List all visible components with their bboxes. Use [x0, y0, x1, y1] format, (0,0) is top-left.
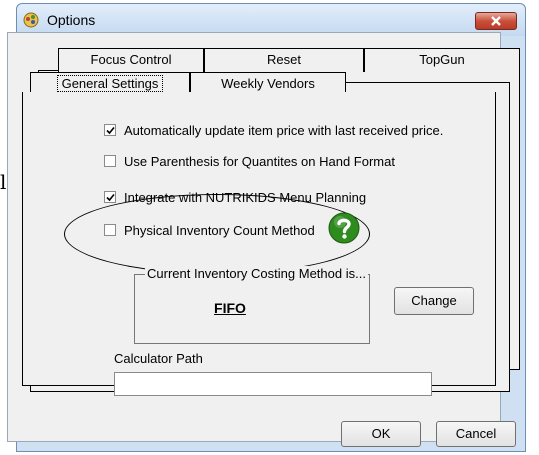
tab-general-settings[interactable]: General Settings	[30, 72, 190, 94]
checkbox-auto-update-price[interactable]	[104, 124, 116, 136]
stray-character: l	[0, 170, 7, 194]
tab-reset-label: Reset	[267, 52, 301, 67]
question-mark-icon[interactable]	[328, 212, 360, 244]
tab-topgun[interactable]: TopGun	[364, 48, 520, 72]
highlight-ellipse	[64, 194, 370, 274]
checkbox-nutrikids[interactable]	[104, 191, 116, 203]
option-label: Use Parenthesis for Quantites on Hand Fo…	[124, 153, 395, 169]
checkbox-parenthesis-format[interactable]	[104, 155, 116, 167]
costing-method-legend: Current Inventory Costing Method is...	[145, 266, 368, 281]
cancel-button[interactable]: Cancel	[436, 421, 516, 447]
tab-focus-control-label: Focus Control	[90, 52, 172, 67]
tab-weekly-vendors-label: Weekly Vendors	[221, 76, 315, 91]
checkmark-icon	[106, 193, 115, 202]
calculator-path-label: Calculator Path	[114, 351, 203, 366]
tab-reset[interactable]: Reset	[204, 48, 364, 72]
close-button[interactable]	[475, 12, 517, 30]
tab-focus-control[interactable]: Focus Control	[58, 48, 204, 72]
app-icon	[23, 12, 39, 28]
window-title: Options	[47, 12, 96, 28]
checkmark-icon	[106, 126, 115, 135]
calculator-path-input[interactable]	[114, 372, 432, 396]
change-button[interactable]: Change	[394, 287, 474, 315]
costing-method-value: FIFO	[214, 300, 246, 316]
tab-weekly-vendors[interactable]: Weekly Vendors	[190, 72, 346, 94]
tab-general-settings-label: General Settings	[56, 75, 164, 92]
option-parenthesis-format[interactable]: Use Parenthesis for Quantites on Hand Fo…	[104, 153, 395, 169]
close-x-icon	[491, 16, 501, 26]
option-auto-update-price[interactable]: Automatically update item price with las…	[104, 122, 443, 138]
tab-topgun-label: TopGun	[419, 52, 465, 67]
option-label: Automatically update item price with las…	[124, 122, 444, 138]
ok-button[interactable]: OK	[341, 421, 421, 447]
